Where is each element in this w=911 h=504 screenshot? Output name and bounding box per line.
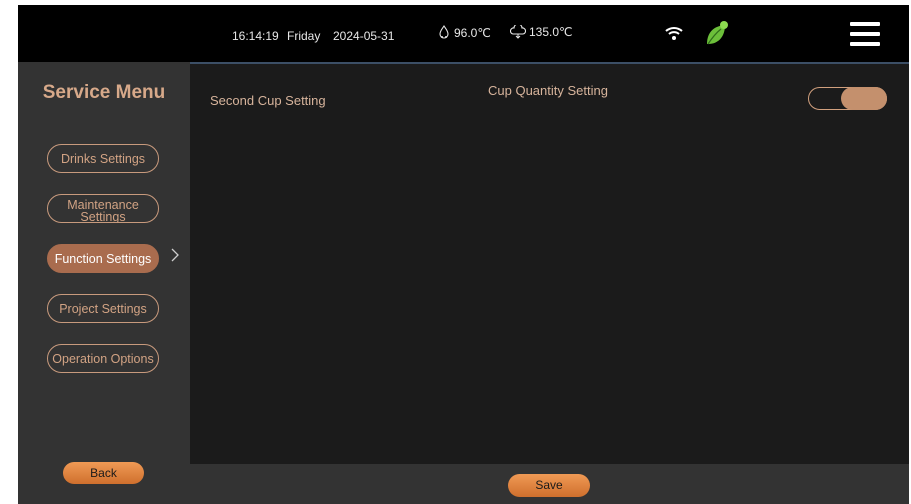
footer-bar: Save — [190, 464, 909, 504]
sidebar-item-operation-options[interactable]: Operation Options — [47, 344, 159, 373]
sidebar-item-maintenance-settings[interactable]: Maintenance Settings — [47, 194, 159, 223]
second-cup-toggle[interactable] — [808, 87, 887, 110]
steam-temperature: 135.0℃ — [510, 25, 573, 39]
chevron-right-icon — [171, 248, 180, 267]
sidebar-item-project-settings[interactable]: Project Settings — [47, 294, 159, 323]
sidebar-item-drinks-settings[interactable]: Drinks Settings — [47, 144, 159, 173]
water-drop-icon — [437, 25, 451, 41]
cup-quantity-setting-label: Cup Quantity Setting — [488, 83, 608, 98]
eco-leaf-icon — [704, 20, 730, 51]
sidebar-item-function-settings[interactable]: Function Settings — [47, 244, 159, 273]
clock-date: 2024-05-31 — [333, 29, 395, 43]
app-frame: 16:14:19 Friday 2024-05-31 96.0℃ 135.0℃ — [18, 5, 909, 504]
status-bar: 16:14:19 Friday 2024-05-31 96.0℃ 135.0℃ — [18, 5, 909, 62]
steam-temperature-value: 135.0℃ — [529, 25, 573, 39]
clock-time: 16:14:19 — [232, 29, 279, 43]
sidebar-title: Service Menu — [42, 82, 166, 103]
header-divider — [190, 62, 909, 64]
water-temperature-value: 96.0℃ — [454, 26, 491, 40]
sidebar: Service Menu Drinks Settings Maintenance… — [18, 62, 190, 504]
hamburger-menu-icon[interactable] — [850, 22, 880, 48]
water-temperature: 96.0℃ — [437, 25, 491, 41]
wifi-icon — [665, 25, 683, 44]
steam-icon — [510, 25, 526, 39]
save-button[interactable]: Save — [508, 474, 590, 497]
second-cup-setting-label: Second Cup Setting — [210, 93, 326, 108]
toggle-knob — [841, 87, 887, 110]
clock-day: Friday — [287, 29, 321, 43]
back-button[interactable]: Back — [63, 462, 144, 484]
